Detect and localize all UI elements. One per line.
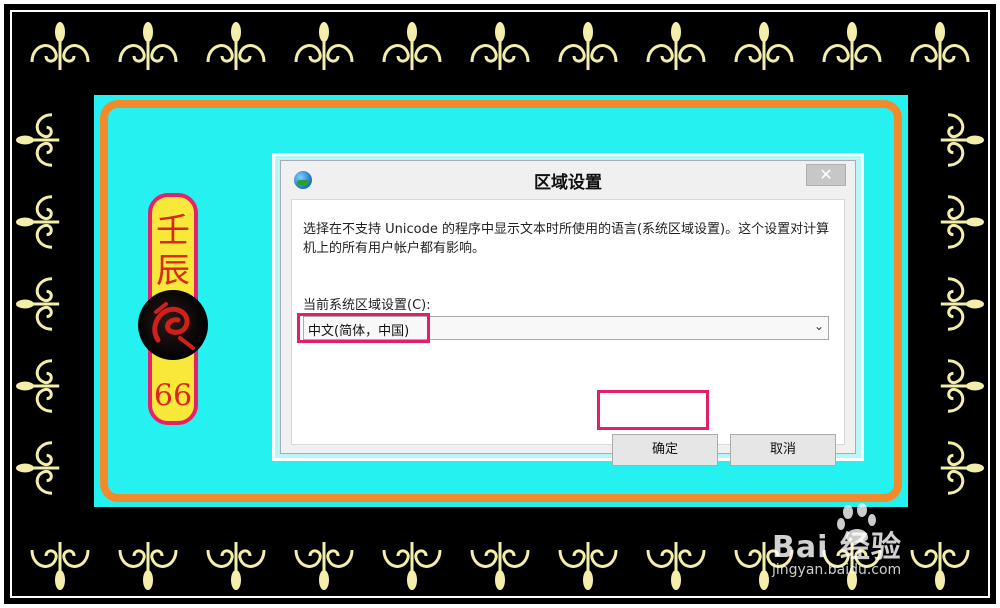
ornament-leaf: [935, 22, 945, 42]
ornament-swirl: [294, 542, 354, 574]
ornament-swirl: [206, 38, 266, 70]
dialog-description: 选择在不支持 Unicode 的程序中显示文本时所使用的语言(系统区域设置)。这…: [303, 222, 830, 256]
ornament-leaf: [966, 463, 984, 473]
ornament-leaf: [966, 217, 984, 227]
dialog-title: 区域设置: [534, 173, 602, 193]
ornament-swirl: [558, 542, 618, 574]
ornament-swirl: [470, 542, 530, 574]
region-settings-dialog: 区域设置 ✕ 选择在不支持 Unicode 的程序中显示文本时所使用的语言(系统…: [280, 160, 856, 466]
ornament-leaf: [16, 463, 34, 473]
ornament-leaf: [55, 570, 65, 590]
ornament-leaf: [966, 381, 984, 391]
ornament-swirl: [30, 359, 60, 413]
ornament-leaf: [407, 22, 417, 42]
watermark-url: jingyan.baidu.com: [772, 562, 902, 578]
ornament-leaf: [966, 135, 984, 145]
dragon-emblem: [138, 290, 208, 360]
ornament-swirl: [30, 542, 90, 574]
highlight-locale-value: [297, 313, 430, 343]
seal-top-text: 壬辰: [156, 211, 190, 291]
ornament-leaf: [671, 570, 681, 590]
ornament-leaf: [847, 22, 857, 42]
ornament-swirl: [558, 38, 618, 70]
ornament-swirl: [822, 38, 882, 70]
ornament-swirl: [470, 38, 530, 70]
cancel-button[interactable]: 取消: [730, 434, 836, 466]
ornament-leaf: [231, 570, 241, 590]
highlight-ok-button: [597, 390, 709, 430]
ornament-swirl: [118, 38, 178, 70]
ornament-leaf: [16, 135, 34, 145]
ornament-swirl: [30, 113, 60, 167]
ornament-leaf: [16, 299, 34, 309]
ok-button[interactable]: 确定: [612, 434, 718, 466]
watermark-brand: Bai 经验: [772, 530, 902, 565]
ornament-leaf: [966, 299, 984, 309]
ornament-swirl: [734, 38, 794, 70]
ornament-leaf: [55, 22, 65, 42]
ornament-swirl: [940, 441, 970, 495]
ornament-leaf: [16, 381, 34, 391]
ornament-leaf: [495, 570, 505, 590]
ornament-leaf: [583, 570, 593, 590]
ornament-swirl: [382, 542, 442, 574]
ornament-leaf: [407, 570, 417, 590]
ornament-swirl: [940, 359, 970, 413]
ornament-swirl: [940, 195, 970, 249]
ornament-swirl: [206, 542, 266, 574]
ornament-leaf: [319, 570, 329, 590]
ornament-leaf: [319, 22, 329, 42]
ornament-leaf: [759, 22, 769, 42]
ornament-swirl: [646, 38, 706, 70]
ornament-swirl: [940, 277, 970, 331]
dialog-titlebar[interactable]: 区域设置 ✕: [281, 161, 855, 199]
ornament-swirl: [118, 542, 178, 574]
ornament-leaf: [143, 570, 153, 590]
ornament-swirl: [382, 38, 442, 70]
ornament-swirl: [30, 38, 90, 70]
ornament-leaf: [671, 22, 681, 42]
close-button[interactable]: ✕: [806, 164, 846, 186]
ornament-leaf: [495, 22, 505, 42]
ornament-swirl: [646, 542, 706, 574]
ornament-swirl: [30, 277, 60, 331]
ornament-leaf: [231, 22, 241, 42]
ornament-swirl: [30, 195, 60, 249]
ornament-swirl: [294, 38, 354, 70]
seal-bottom-text: 99: [153, 375, 193, 410]
ornament-leaf: [143, 22, 153, 42]
ornament-swirl: [910, 38, 970, 70]
ornament-swirl: [30, 441, 60, 495]
locale-combo-label: 当前系统区域设置(C):: [303, 298, 431, 313]
chevron-down-icon[interactable]: ⌄: [814, 319, 824, 333]
ornament-leaf: [16, 217, 34, 227]
baidu-watermark: Bai 经验 jingyan.baidu.com: [766, 500, 986, 590]
ornament-swirl: [940, 113, 970, 167]
ornament-leaf: [583, 22, 593, 42]
